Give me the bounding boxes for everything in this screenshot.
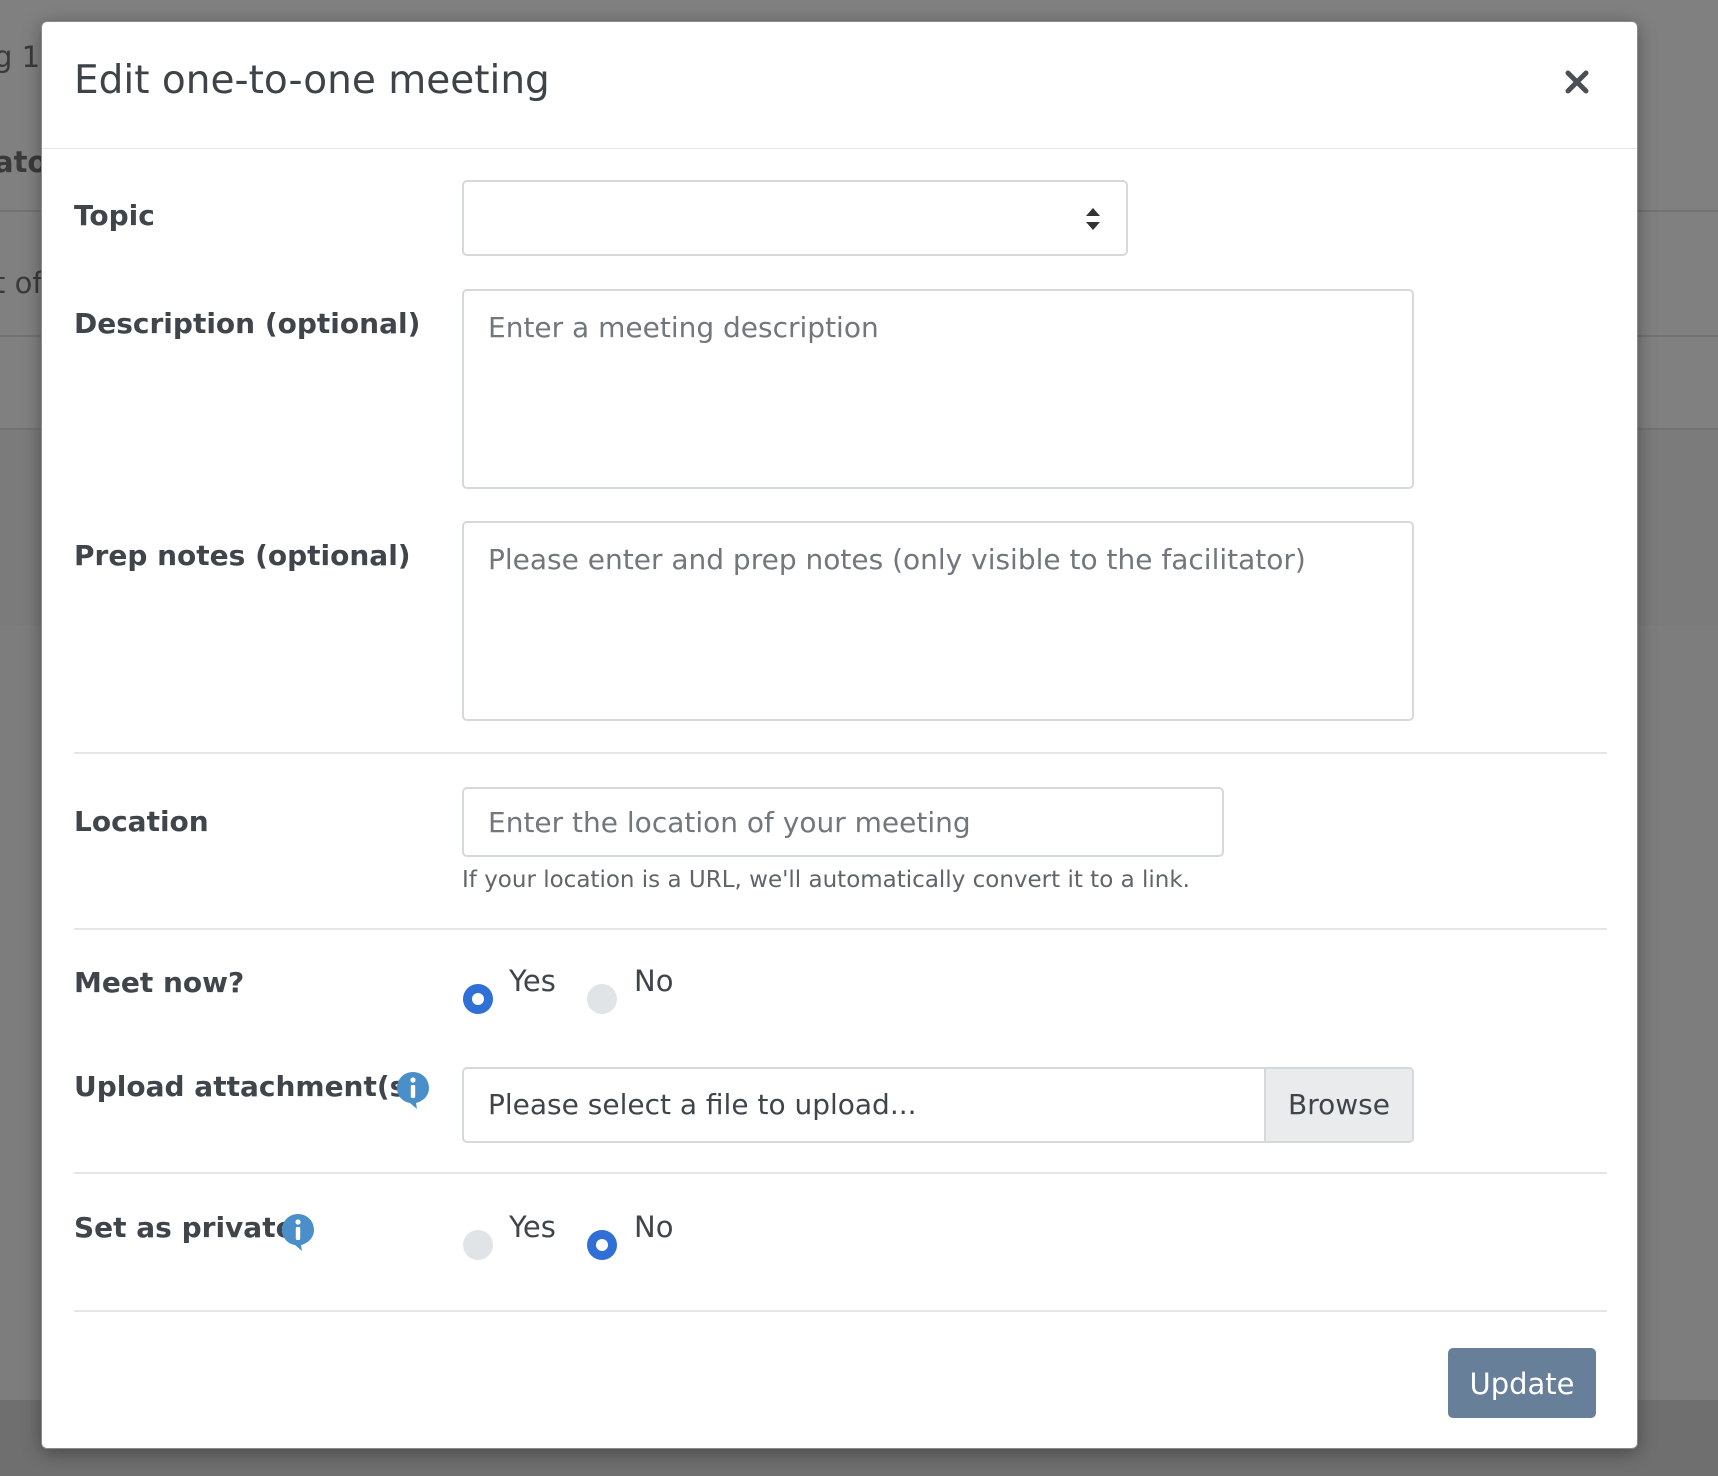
upload-attachments-label: Upload attachment(s) <box>74 1070 420 1103</box>
edit-meeting-modal: Edit one-to-one meeting Topic Descriptio… <box>41 21 1638 1449</box>
prep-notes-label: Prep notes (optional) <box>74 539 411 572</box>
file-upload-input[interactable]: Please select a file to upload... Browse <box>462 1067 1414 1143</box>
select-arrows-icon <box>1086 208 1100 230</box>
modal-title: Edit one-to-one meeting <box>74 58 550 103</box>
private-no-radio[interactable] <box>587 1230 617 1260</box>
topic-select[interactable] <box>462 180 1128 256</box>
meet-now-no-radio[interactable] <box>587 984 617 1014</box>
prep-notes-textarea[interactable] <box>462 521 1414 721</box>
section-divider <box>74 1310 1607 1312</box>
section-divider <box>74 928 1607 930</box>
file-upload-placeholder: Please select a file to upload... <box>488 1088 917 1121</box>
close-button[interactable] <box>1557 62 1597 102</box>
meet-now-yes-label[interactable]: Yes <box>509 964 556 998</box>
private-yes-radio[interactable] <box>463 1230 493 1260</box>
close-icon <box>1565 70 1589 94</box>
browse-button[interactable]: Browse <box>1264 1069 1412 1141</box>
meet-now-no-label[interactable]: No <box>634 964 673 998</box>
location-input[interactable] <box>462 787 1224 857</box>
backdrop-text: t of <box>0 266 43 300</box>
modal-header: Edit one-to-one meeting <box>42 22 1637 149</box>
location-help-text: If your location is a URL, we'll automat… <box>462 867 1190 893</box>
section-divider <box>74 1172 1607 1174</box>
info-icon[interactable] <box>280 1212 316 1252</box>
private-no-label[interactable]: No <box>634 1210 673 1244</box>
private-yes-label[interactable]: Yes <box>509 1210 556 1244</box>
topic-label: Topic <box>74 199 155 232</box>
section-divider <box>74 752 1607 754</box>
info-icon[interactable] <box>395 1070 431 1110</box>
meet-now-yes-radio[interactable] <box>463 984 493 1014</box>
description-label: Description (optional) <box>74 307 421 340</box>
update-button[interactable]: Update <box>1448 1348 1596 1418</box>
location-label: Location <box>74 805 209 838</box>
meet-now-label: Meet now? <box>74 966 245 999</box>
description-textarea[interactable] <box>462 289 1414 489</box>
set-private-label: Set as private <box>74 1211 295 1244</box>
